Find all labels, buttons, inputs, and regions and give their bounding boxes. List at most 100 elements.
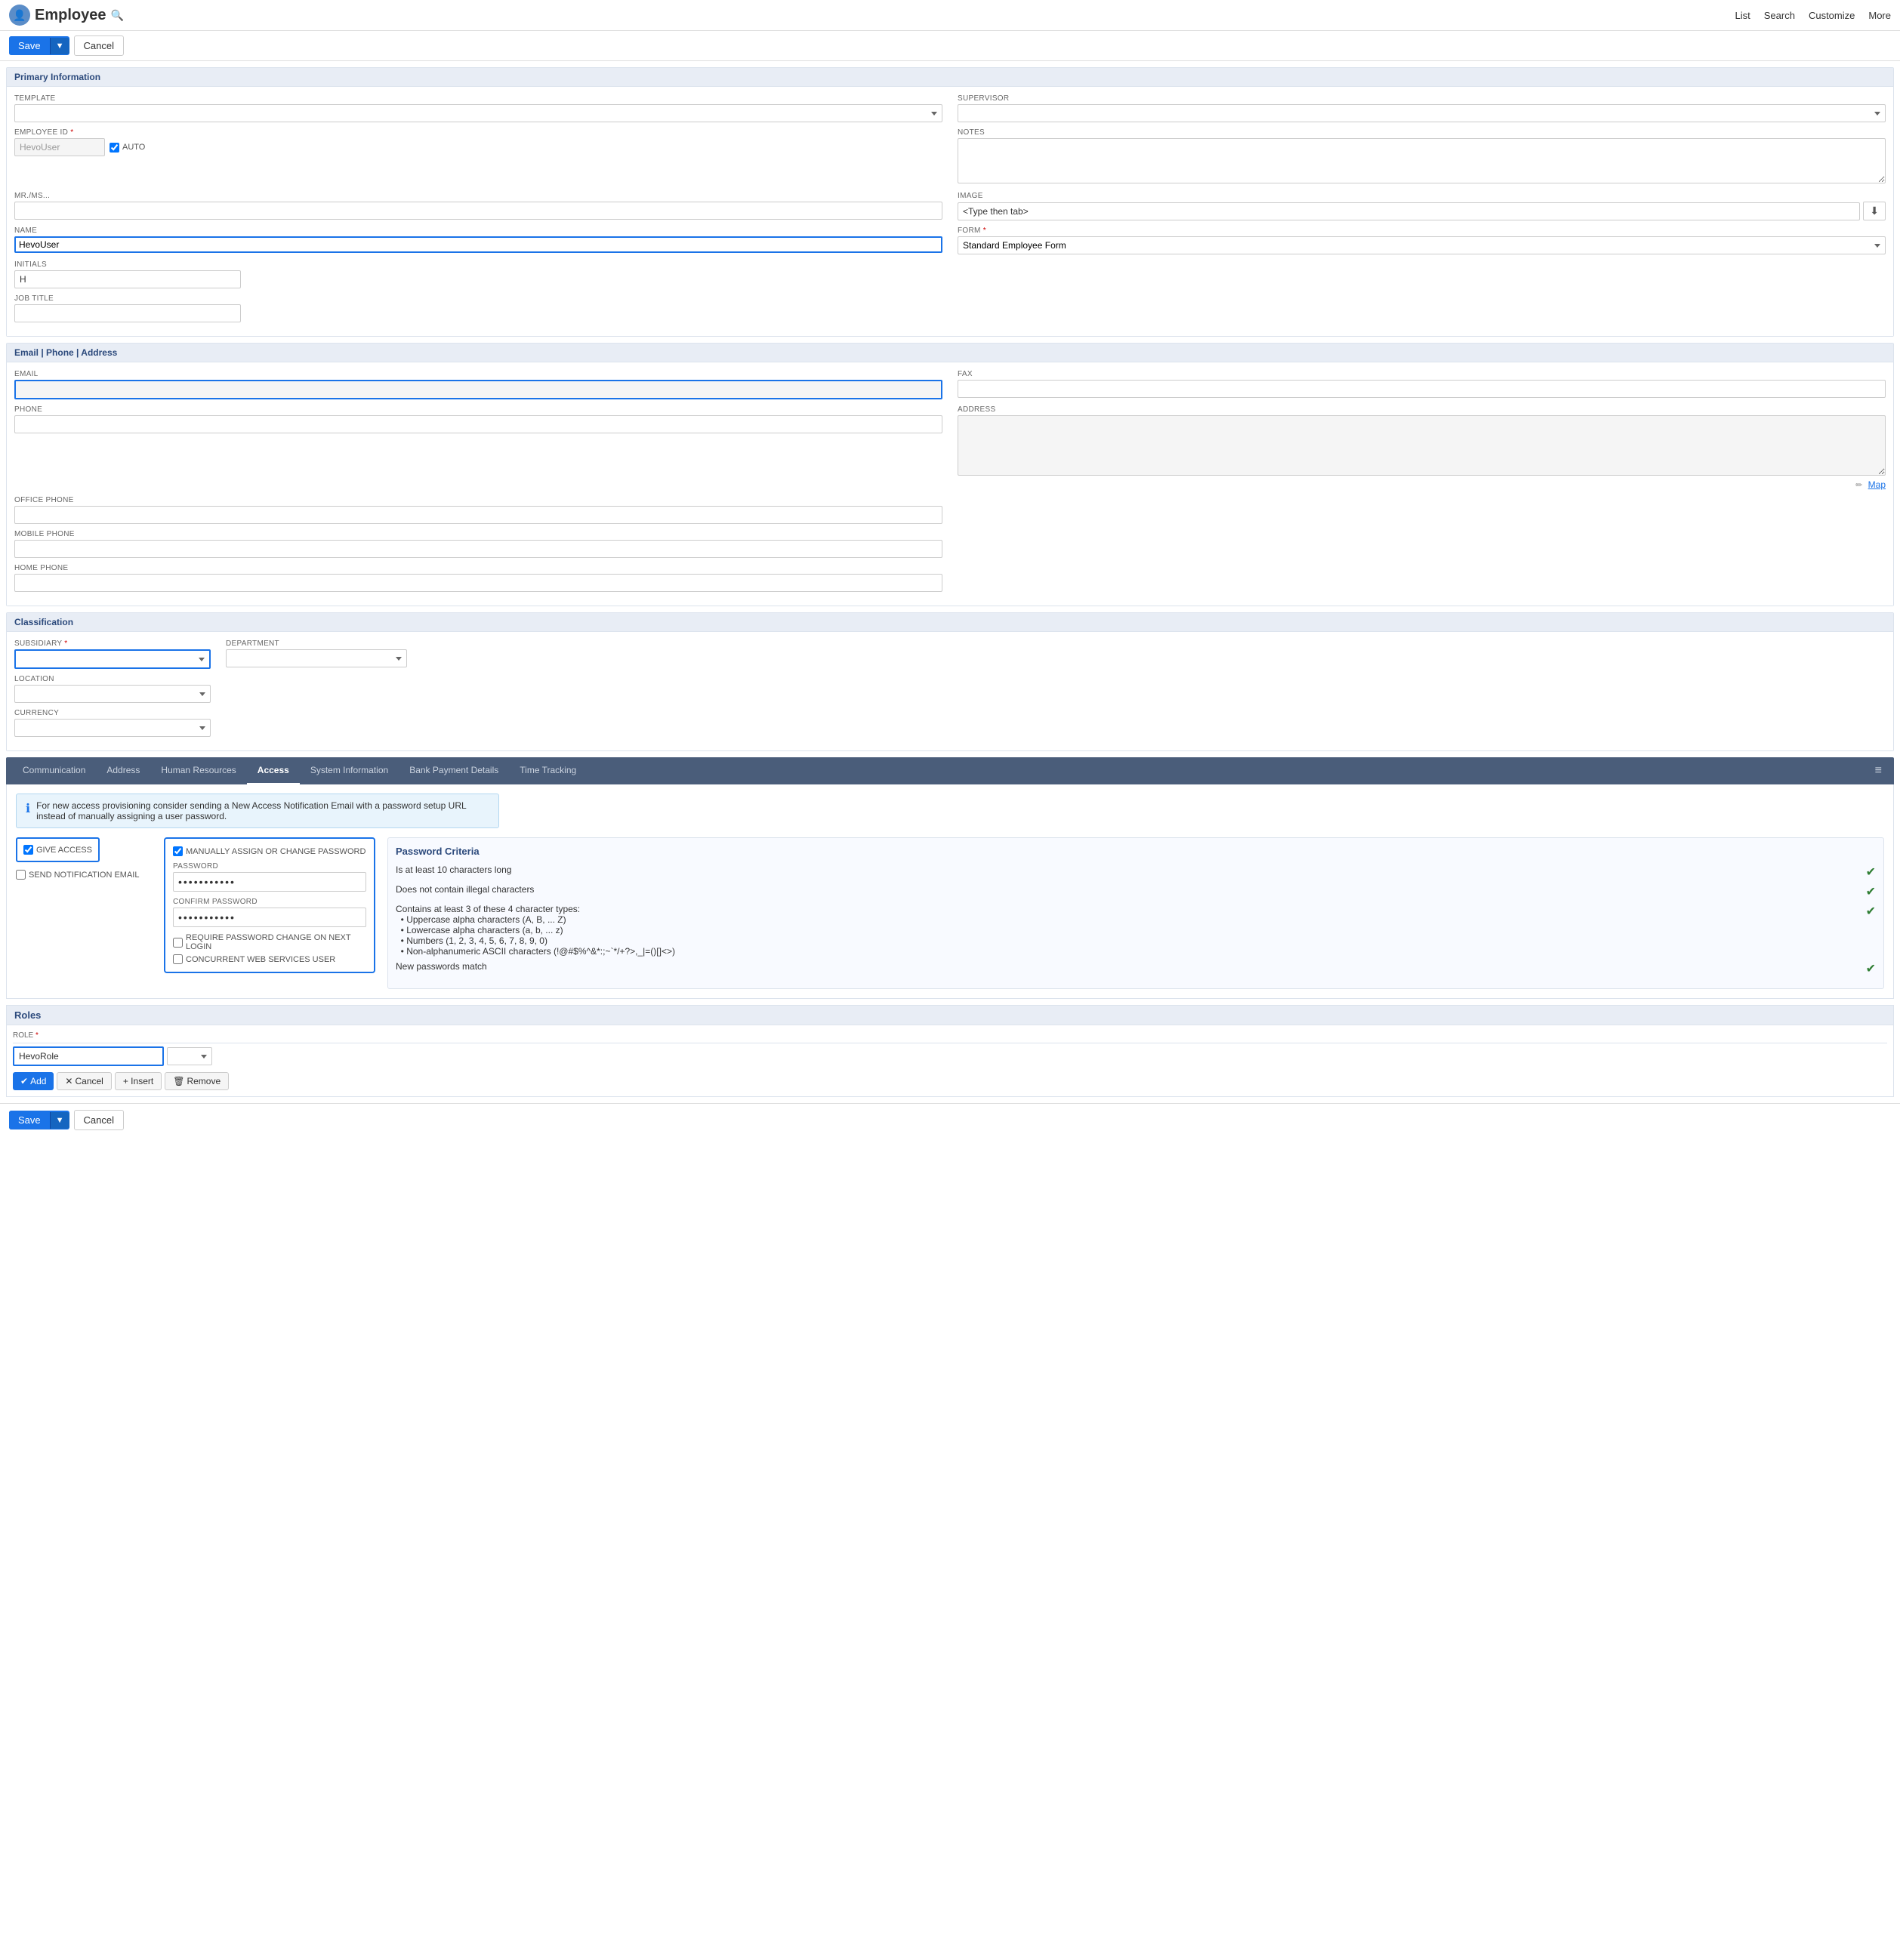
phone-input[interactable] — [14, 415, 942, 433]
criteria-check-0: ✔ — [1866, 864, 1876, 880]
employee-id-input[interactable]: HevoUser — [14, 138, 105, 156]
confirm-password-input[interactable] — [173, 908, 366, 927]
form-select[interactable]: Standard Employee Form — [958, 236, 1886, 254]
auto-checkbox[interactable] — [109, 143, 119, 153]
tabs-menu-icon[interactable]: ≡ — [1869, 758, 1888, 784]
add-role-button[interactable]: ✔ Add — [13, 1072, 54, 1090]
criteria-item-3: New passwords match ✔ — [396, 961, 1876, 976]
require-password-checkbox[interactable] — [173, 938, 183, 948]
cancel-button[interactable]: Cancel — [74, 35, 124, 56]
tab-address[interactable]: Address — [96, 757, 150, 784]
email-fax-row: EMAIL FAX — [14, 370, 1886, 399]
subsidiary-department-row: SUBSIDIARY DEPARTMENT — [14, 639, 1886, 669]
concurrent-user-label: CONCURRENT WEB SERVICES USER — [173, 954, 366, 964]
home-phone-input[interactable] — [14, 574, 942, 592]
bottom-save-button-group[interactable]: Save ▼ — [9, 1111, 69, 1129]
tab-bank-payment[interactable]: Bank Payment Details — [399, 757, 509, 784]
image-col: IMAGE ⬇ — [958, 192, 1886, 220]
map-link[interactable]: Map — [1868, 479, 1886, 490]
currency-col: CURRENCY — [14, 709, 211, 737]
concurrent-user-checkbox[interactable] — [173, 954, 183, 964]
notes-textarea[interactable] — [958, 138, 1886, 183]
name-first-input[interactable] — [19, 239, 338, 250]
nav-search[interactable]: Search — [1764, 10, 1795, 21]
address-col: ADDRESS ✏ Map — [958, 405, 1886, 490]
give-access-label: GIVE ACCESS — [23, 845, 92, 855]
mrms-input[interactable] — [14, 202, 942, 220]
cancel-role-button[interactable]: ✕ Cancel — [57, 1072, 111, 1090]
supervisor-select[interactable] — [958, 104, 1886, 122]
jobtitle-input[interactable] — [14, 304, 241, 322]
top-header: 👤 Employee 🔍 List Search Customize More — [0, 0, 1900, 31]
home-phone-col: HOME PHONE — [14, 564, 942, 592]
manually-assign-checkbox[interactable] — [173, 846, 183, 856]
currency-select[interactable] — [14, 719, 211, 737]
name-mi-input[interactable] — [341, 239, 458, 250]
nav-more[interactable]: More — [1868, 10, 1891, 21]
classification-header: Classification — [7, 613, 1893, 632]
notes-col: NOTES — [958, 128, 1886, 186]
tab-human-resources[interactable]: Human Resources — [150, 757, 246, 784]
role-dropdown[interactable] — [167, 1047, 212, 1065]
roles-header: Roles — [7, 1006, 1893, 1025]
template-select[interactable] — [14, 104, 942, 122]
fax-input[interactable] — [958, 380, 1886, 398]
image-input[interactable] — [958, 202, 1860, 220]
name-input-group — [14, 236, 942, 253]
image-dropdown-button[interactable]: ⬇ — [1863, 202, 1886, 220]
location-row: LOCATION — [14, 675, 1886, 703]
confirm-password-label: CONFIRM PASSWORD — [173, 898, 366, 906]
mobile-phone-spacer — [958, 530, 1886, 558]
initials-input[interactable] — [14, 270, 241, 288]
office-phone-input[interactable] — [14, 506, 942, 524]
mobile-phone-input[interactable] — [14, 540, 942, 558]
save-dropdown-button[interactable]: ▼ — [50, 38, 69, 54]
role-input[interactable] — [13, 1046, 164, 1066]
image-field-row: ⬇ — [958, 202, 1886, 220]
initials-spacer — [958, 260, 1886, 288]
address-textarea[interactable] — [958, 415, 1886, 476]
location-select[interactable] — [14, 685, 211, 703]
email-input[interactable] — [14, 380, 942, 399]
name-last-input[interactable] — [461, 239, 938, 250]
email-section-body: EMAIL FAX PHONE ADDRESS ✏ Map — [7, 362, 1893, 606]
email-section-title: Email | Phone | Address — [14, 347, 117, 358]
image-label: IMAGE — [958, 192, 1886, 200]
bottom-save-main-button[interactable]: Save — [9, 1111, 50, 1129]
send-notification-checkbox[interactable] — [16, 870, 26, 880]
department-select[interactable] — [226, 649, 407, 667]
subsidiary-label: SUBSIDIARY — [14, 639, 211, 648]
currency-label: CURRENCY — [14, 709, 211, 717]
location-col: LOCATION — [14, 675, 211, 703]
info-banner-text: For new access provisioning consider sen… — [36, 800, 489, 821]
bottom-toolbar: Save ▼ Cancel — [0, 1103, 1900, 1136]
give-access-box: GIVE ACCESS — [16, 837, 100, 862]
remove-role-button[interactable]: 🗑 Remove — [165, 1072, 229, 1090]
password-input[interactable] — [173, 872, 366, 892]
insert-role-button[interactable]: + Insert — [115, 1072, 162, 1090]
password-label: PASSWORD — [173, 862, 366, 871]
give-access-checkbox[interactable] — [23, 845, 33, 855]
title-search-icon[interactable]: 🔍 — [110, 9, 123, 22]
save-main-button[interactable]: Save — [9, 36, 50, 55]
bottom-cancel-button[interactable]: Cancel — [74, 1110, 124, 1130]
tab-access[interactable]: Access — [247, 757, 300, 784]
give-access-text: GIVE ACCESS — [36, 846, 92, 855]
tab-communication[interactable]: Communication — [12, 757, 96, 784]
concurrent-user-text: CONCURRENT WEB SERVICES USER — [186, 955, 335, 964]
tab-system-information[interactable]: System Information — [300, 757, 399, 784]
bottom-save-dropdown-button[interactable]: ▼ — [50, 1112, 69, 1129]
classification-body: SUBSIDIARY DEPARTMENT LOCATION — [7, 632, 1893, 750]
roles-actions: ✔ Add ✕ Cancel + Insert 🗑 Remove — [13, 1072, 1887, 1090]
currency-row: CURRENCY — [14, 709, 1886, 737]
office-phone-col: OFFICE PHONE — [14, 496, 942, 524]
save-button-group[interactable]: Save ▼ — [9, 36, 69, 55]
criteria-item-2: Contains at least 3 of these 4 character… — [396, 904, 1876, 957]
tabs-container: Communication Address Human Resources Ac… — [6, 757, 1894, 784]
nav-customize[interactable]: Customize — [1809, 10, 1855, 21]
jobtitle-row: JOB TITLE — [14, 294, 1886, 322]
subsidiary-select[interactable] — [14, 649, 211, 669]
top-toolbar: Save ▼ Cancel — [0, 31, 1900, 61]
tab-time-tracking[interactable]: Time Tracking — [509, 757, 587, 784]
nav-list[interactable]: List — [1735, 10, 1750, 21]
